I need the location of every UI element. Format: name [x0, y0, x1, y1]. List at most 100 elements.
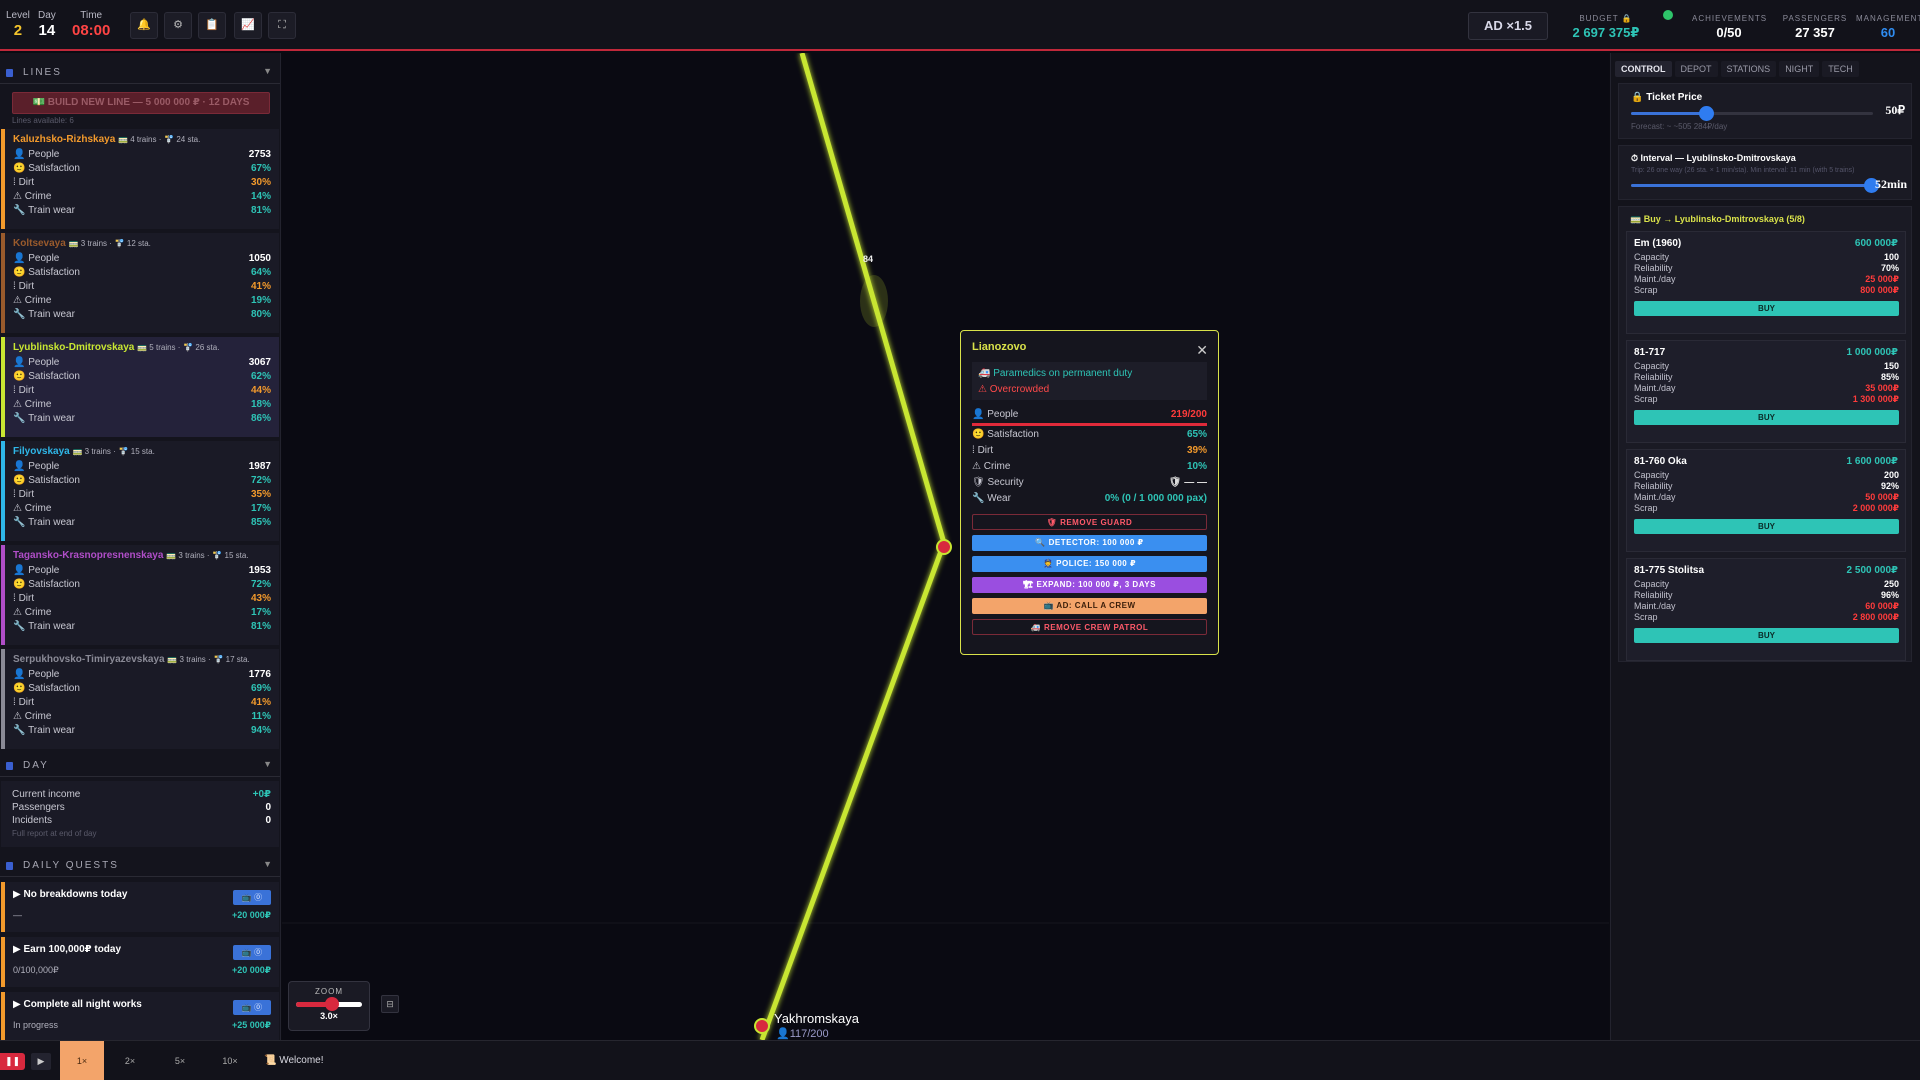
train-option: 81-760 Oka 1 600 000₽ Capacity 200 Reliabili…: [1626, 449, 1906, 552]
chevron-down-icon[interactable]: ▼: [263, 859, 274, 869]
zoom-control[interactable]: ZOOM 3.0×: [288, 981, 370, 1031]
train-stat-reliability: Reliability 85%: [1634, 372, 1899, 383]
remove-crew-patrol-button[interactable]: 🚑 REMOVE CREW PATROL: [972, 619, 1207, 635]
quest-ad-button[interactable]: 📺 ⓪: [233, 945, 271, 960]
remove-guard-button[interactable]: 🛡 REMOVE GUARD: [972, 514, 1207, 530]
speed-5x-button[interactable]: 5×: [160, 1050, 200, 1072]
speed-10x-button[interactable]: 10×: [210, 1050, 250, 1072]
line-stat-wear: 🔧 Train wear 85%: [13, 516, 271, 530]
ad-boost-button[interactable]: AD ×1.5: [1468, 12, 1548, 40]
station-name-yakhromskaya[interactable]: Yakhromskaya: [774, 1011, 859, 1026]
train-stat-scrap: Scrap 2 000 000₽: [1634, 503, 1899, 514]
line-stat-wear: 🔧 Train wear 81%: [13, 620, 271, 634]
achievements-stat[interactable]: ACHIEVEMENTS 0/50: [1692, 14, 1766, 40]
tab-control[interactable]: CONTROL: [1615, 61, 1672, 77]
ad-call-crew-button[interactable]: 📺 AD: CALL A CREW: [972, 598, 1207, 614]
detector-button[interactable]: 🔍 DETECTOR: 100 000 ₽: [972, 535, 1207, 551]
line-lyublinsko-dmitrovskaya[interactable]: [759, 53, 947, 1040]
line-stat-label: ⁞ Dirt: [13, 593, 35, 604]
metro-map[interactable]: 84 Yakhromskaya 👤117/200 ZOOM 3.0× ⊟: [282, 53, 1609, 1040]
quest-ad-button[interactable]: 📺 ⓪: [233, 1000, 271, 1015]
line-card[interactable]: Filyovskaya 🚃 3 trains · 🚏 15 sta. 👤 Peop…: [1, 441, 279, 541]
speed-2x-button[interactable]: 2×: [110, 1050, 150, 1072]
day-note: Full report at end of day: [12, 829, 97, 838]
fullscreen-icon[interactable]: ⛶: [268, 12, 296, 39]
line-card[interactable]: Koltsevaya 🚃 3 trains · 🚏 12 sta. 👤 Peopl…: [1, 233, 279, 333]
zoom-knob[interactable]: [325, 997, 340, 1011]
level-stat: Level 2: [6, 10, 30, 39]
chevron-down-icon[interactable]: ▼: [263, 759, 274, 769]
line-title: Lyublinsko-Dmitrovskaya 🚃 5 trains · 🚏 2…: [13, 342, 271, 353]
pause-button[interactable]: ❚❚: [0, 1053, 25, 1070]
zoom-value: 3.0×: [320, 1011, 338, 1021]
clipboard-icon[interactable]: 📋: [198, 12, 226, 39]
build-new-line-button[interactable]: 💵 BUILD NEW LINE — 5 000 000 ₽ · 12 DAYS: [12, 92, 270, 114]
tab-tech[interactable]: TECH: [1822, 61, 1859, 77]
line-stat-label-text: People: [28, 253, 60, 264]
ticket-slider-knob[interactable]: [1699, 106, 1715, 121]
station-lianozovo[interactable]: [936, 539, 952, 555]
passengers-stat: PASSENGERS 27 357: [1780, 14, 1850, 40]
train-stat-label: Capacity: [1634, 361, 1670, 371]
quest-item[interactable]: ▶ Complete all night works In progress 📺 ⓪…: [1, 992, 279, 1040]
quest-reward: +25 000₽: [231, 1020, 271, 1030]
tab-stations[interactable]: STATIONS: [1720, 61, 1777, 77]
security-value: 🛡 — —: [1168, 477, 1207, 488]
line-card[interactable]: Serpukhovsko-Timiryazevskaya 🚃 3 trains …: [1, 649, 279, 749]
line-name: Koltsevaya: [13, 238, 66, 249]
line-stat-wear: 🔧 Train wear 81%: [13, 204, 271, 218]
line-stat-label: ⚠ Crime: [13, 711, 52, 722]
zoom-slider[interactable]: [296, 997, 362, 1011]
quests-header[interactable]: DAILY QUESTS ▼: [0, 855, 280, 877]
play-button[interactable]: ▶: [31, 1053, 51, 1070]
line-stat-value: 11%: [251, 711, 271, 722]
quests-icon: [6, 861, 13, 870]
buy-button[interactable]: BUY: [1634, 301, 1899, 316]
train-marker[interactable]: [860, 275, 888, 327]
train-stat-label: Capacity: [1634, 579, 1670, 589]
quest-item[interactable]: ▶ No breakdowns today — 📺 ⓪ +20 000₽: [1, 882, 279, 932]
quest-ad-button[interactable]: 📺 ⓪: [233, 890, 271, 905]
line-stat-label: 🙂 Satisfaction: [13, 163, 80, 174]
map-canvas[interactable]: [282, 53, 1609, 1040]
line-stat-crime: ⚠ Crime 17%: [13, 502, 271, 516]
chevron-down-icon[interactable]: ▼: [263, 66, 274, 76]
map-layers-icon[interactable]: ⊟: [381, 995, 399, 1013]
bell-icon[interactable]: 🔔: [130, 12, 158, 39]
station-yakhromskaya[interactable]: [754, 1018, 770, 1034]
buy-button[interactable]: BUY: [1634, 519, 1899, 534]
quest-item[interactable]: ▶ Earn 100,000₽ today 0/100,000₽ 📺 ⓪ +20 00…: [1, 937, 279, 987]
line-stations: 🚏 17 sta.: [213, 655, 250, 664]
buy-button[interactable]: BUY: [1634, 410, 1899, 425]
line-stat-label: 👤 People: [13, 357, 60, 368]
tab-night[interactable]: NIGHT: [1779, 61, 1820, 77]
line-card[interactable]: Tagansko-Krasnopresnenskaya 🚃 3 trains ·…: [1, 545, 279, 645]
line-stat-label-text: Dirt: [18, 697, 35, 708]
achievements-label: ACHIEVEMENTS: [1692, 14, 1768, 23]
management-stat[interactable]: MANAGEMENT 60: [1856, 14, 1920, 40]
day-header[interactable]: DAY ▼: [0, 755, 280, 777]
interval-slider[interactable]: [1631, 178, 1879, 193]
line-stat-label: 🙂 Satisfaction: [13, 579, 80, 590]
lines-available: Lines available: 6: [12, 116, 74, 125]
chart-icon[interactable]: 📈: [234, 12, 262, 39]
line-stat-label-text: Satisfaction: [28, 579, 80, 590]
lines-header[interactable]: LINES ▼: [0, 62, 280, 84]
expand-button[interactable]: 🏗 EXPAND: 100 000 ₽, 3 DAYS: [972, 577, 1207, 593]
line-card[interactable]: Kaluzhsko-Rizhskaya 🚃 4 trains · 🚏 24 st…: [1, 129, 279, 229]
gear-icon[interactable]: ⚙: [164, 12, 192, 39]
line-stat-value: 69%: [250, 683, 271, 694]
police-button[interactable]: 👮 POLICE: 150 000 ₽: [972, 556, 1207, 572]
buy-button[interactable]: BUY: [1634, 628, 1899, 643]
train-stat-value: 50 000₽: [1865, 492, 1899, 502]
tab-depot[interactable]: DEPOT: [1674, 61, 1718, 77]
line-stat-label-text: Crime: [24, 607, 52, 618]
close-icon[interactable]: ✕: [1196, 342, 1208, 359]
line-stat-people: 👤 People 1050: [13, 252, 271, 266]
train-stat-maint: Maint./day 35 000₽: [1634, 383, 1899, 394]
ticket-price-slider[interactable]: [1631, 106, 1873, 121]
speed-1x-button[interactable]: 1×: [60, 1041, 104, 1080]
line-card[interactable]: Lyublinsko-Dmitrovskaya 🚃 5 trains · 🚏 2…: [1, 337, 279, 437]
line-stats: 👤 People 3067 🙂 Satisfaction 62% ⁞ Dirt 44% ⚠ …: [13, 356, 271, 426]
train-stat-capacity: Capacity 100: [1634, 252, 1899, 263]
